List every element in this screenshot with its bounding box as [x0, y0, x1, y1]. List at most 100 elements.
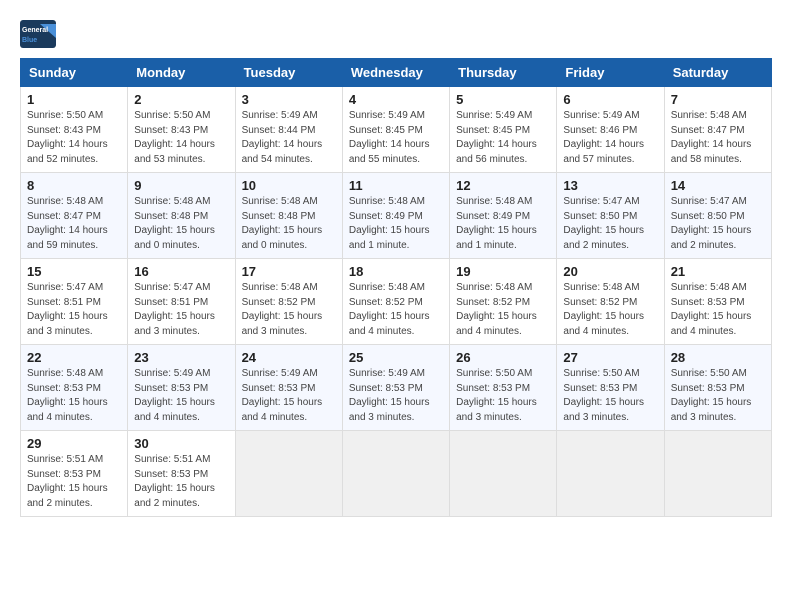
calendar-header-tuesday: Tuesday	[235, 59, 342, 87]
calendar-week-row: 22 Sunrise: 5:48 AMSunset: 8:53 PMDayligh…	[21, 345, 772, 431]
day-number: 13	[563, 178, 657, 193]
day-info: Sunrise: 5:51 AMSunset: 8:53 PMDaylight:…	[27, 453, 121, 511]
day-info: Sunrise: 5:48 AMSunset: 8:49 PMDaylight:…	[349, 195, 443, 253]
calendar-cell: 14 Sunrise: 5:47 AMSunset: 8:50 PMDayligh…	[664, 173, 771, 259]
calendar-cell: 30 Sunrise: 5:51 AMSunset: 8:53 PMDayligh…	[128, 431, 235, 517]
calendar-cell	[450, 431, 557, 517]
day-number: 8	[27, 178, 121, 193]
day-number: 6	[563, 92, 657, 107]
day-info: Sunrise: 5:49 AMSunset: 8:53 PMDaylight:…	[349, 367, 443, 425]
day-info: Sunrise: 5:48 AMSunset: 8:47 PMDaylight:…	[671, 109, 765, 167]
calendar-header-wednesday: Wednesday	[342, 59, 449, 87]
calendar-cell: 26 Sunrise: 5:50 AMSunset: 8:53 PMDayligh…	[450, 345, 557, 431]
calendar-cell: 1 Sunrise: 5:50 AMSunset: 8:43 PMDaylight…	[21, 87, 128, 173]
calendar-week-row: 1 Sunrise: 5:50 AMSunset: 8:43 PMDaylight…	[21, 87, 772, 173]
day-info: Sunrise: 5:49 AMSunset: 8:53 PMDaylight:…	[134, 367, 228, 425]
day-info: Sunrise: 5:47 AMSunset: 8:51 PMDaylight:…	[134, 281, 228, 339]
calendar-cell: 2 Sunrise: 5:50 AMSunset: 8:43 PMDaylight…	[128, 87, 235, 173]
day-info: Sunrise: 5:50 AMSunset: 8:53 PMDaylight:…	[563, 367, 657, 425]
day-number: 17	[242, 264, 336, 279]
day-number: 28	[671, 350, 765, 365]
day-info: Sunrise: 5:47 AMSunset: 8:50 PMDaylight:…	[563, 195, 657, 253]
day-info: Sunrise: 5:50 AMSunset: 8:53 PMDaylight:…	[456, 367, 550, 425]
day-info: Sunrise: 5:48 AMSunset: 8:47 PMDaylight:…	[27, 195, 121, 253]
day-number: 1	[27, 92, 121, 107]
day-info: Sunrise: 5:48 AMSunset: 8:53 PMDaylight:…	[671, 281, 765, 339]
calendar-cell: 25Sunrise: 5:49 AMSunset: 8:53 PMDayligh…	[342, 345, 449, 431]
day-number: 4	[349, 92, 443, 107]
logo-icon: General Blue	[20, 20, 56, 48]
calendar-cell: 19 Sunrise: 5:48 AMSunset: 8:52 PMDayligh…	[450, 259, 557, 345]
calendar-table: SundayMondayTuesdayWednesdayThursdayFrid…	[20, 58, 772, 517]
calendar-header-row: SundayMondayTuesdayWednesdayThursdayFrid…	[21, 59, 772, 87]
calendar-cell: 13 Sunrise: 5:47 AMSunset: 8:50 PMDayligh…	[557, 173, 664, 259]
day-number: 29	[27, 436, 121, 451]
calendar-cell: 15 Sunrise: 5:47 AMSunset: 8:51 PMDayligh…	[21, 259, 128, 345]
day-info: Sunrise: 5:48 AMSunset: 8:52 PMDaylight:…	[563, 281, 657, 339]
calendar-cell: 27 Sunrise: 5:50 AMSunset: 8:53 PMDayligh…	[557, 345, 664, 431]
calendar-header-thursday: Thursday	[450, 59, 557, 87]
calendar-cell: 23 Sunrise: 5:49 AMSunset: 8:53 PMDayligh…	[128, 345, 235, 431]
day-info: Sunrise: 5:48 AMSunset: 8:52 PMDaylight:…	[349, 281, 443, 339]
calendar-cell: 22 Sunrise: 5:48 AMSunset: 8:53 PMDayligh…	[21, 345, 128, 431]
calendar-cell: 7 Sunrise: 5:48 AMSunset: 8:47 PMDaylight…	[664, 87, 771, 173]
day-info: Sunrise: 5:48 AMSunset: 8:53 PMDaylight:…	[27, 367, 121, 425]
day-number: 7	[671, 92, 765, 107]
day-number: 14	[671, 178, 765, 193]
calendar-cell: 12 Sunrise: 5:48 AMSunset: 8:49 PMDayligh…	[450, 173, 557, 259]
day-info: Sunrise: 5:48 AMSunset: 8:48 PMDaylight:…	[242, 195, 336, 253]
calendar-cell: 20 Sunrise: 5:48 AMSunset: 8:52 PMDayligh…	[557, 259, 664, 345]
day-number: 9	[134, 178, 228, 193]
day-info: Sunrise: 5:50 AMSunset: 8:43 PMDaylight:…	[134, 109, 228, 167]
day-number: 15	[27, 264, 121, 279]
calendar-cell: 21 Sunrise: 5:48 AMSunset: 8:53 PMDayligh…	[664, 259, 771, 345]
day-number: 23	[134, 350, 228, 365]
day-number: 26	[456, 350, 550, 365]
day-number: 2	[134, 92, 228, 107]
page-header: General Blue	[20, 20, 772, 48]
calendar-week-row: 29 Sunrise: 5:51 AMSunset: 8:53 PMDayligh…	[21, 431, 772, 517]
day-number: 27	[563, 350, 657, 365]
calendar-cell: 16 Sunrise: 5:47 AMSunset: 8:51 PMDayligh…	[128, 259, 235, 345]
day-info: Sunrise: 5:51 AMSunset: 8:53 PMDaylight:…	[134, 453, 228, 511]
day-number: 30	[134, 436, 228, 451]
calendar-cell: 28 Sunrise: 5:50 AMSunset: 8:53 PMDayligh…	[664, 345, 771, 431]
day-number: 20	[563, 264, 657, 279]
day-info: Sunrise: 5:50 AMSunset: 8:53 PMDaylight:…	[671, 367, 765, 425]
logo: General Blue	[20, 20, 56, 48]
day-info: Sunrise: 5:48 AMSunset: 8:52 PMDaylight:…	[456, 281, 550, 339]
calendar-cell: 17Sunrise: 5:48 AMSunset: 8:52 PMDayligh…	[235, 259, 342, 345]
calendar-week-row: 15 Sunrise: 5:47 AMSunset: 8:51 PMDayligh…	[21, 259, 772, 345]
calendar-cell: 4 Sunrise: 5:49 AMSunset: 8:45 PMDaylight…	[342, 87, 449, 173]
day-info: Sunrise: 5:47 AMSunset: 8:51 PMDaylight:…	[27, 281, 121, 339]
day-number: 12	[456, 178, 550, 193]
calendar-cell	[342, 431, 449, 517]
day-number: 11	[349, 178, 443, 193]
day-info: Sunrise: 5:49 AMSunset: 8:46 PMDaylight:…	[563, 109, 657, 167]
day-info: Sunrise: 5:49 AMSunset: 8:45 PMDaylight:…	[456, 109, 550, 167]
calendar-cell	[664, 431, 771, 517]
day-number: 19	[456, 264, 550, 279]
day-number: 18	[349, 264, 443, 279]
day-number: 21	[671, 264, 765, 279]
day-info: Sunrise: 5:48 AMSunset: 8:49 PMDaylight:…	[456, 195, 550, 253]
day-info: Sunrise: 5:49 AMSunset: 8:45 PMDaylight:…	[349, 109, 443, 167]
day-info: Sunrise: 5:49 AMSunset: 8:53 PMDaylight:…	[242, 367, 336, 425]
calendar-cell: 24 Sunrise: 5:49 AMSunset: 8:53 PMDayligh…	[235, 345, 342, 431]
day-info: Sunrise: 5:50 AMSunset: 8:43 PMDaylight:…	[27, 109, 121, 167]
calendar-cell: 29 Sunrise: 5:51 AMSunset: 8:53 PMDayligh…	[21, 431, 128, 517]
day-info: Sunrise: 5:49 AMSunset: 8:44 PMDaylight:…	[242, 109, 336, 167]
calendar-header-saturday: Saturday	[664, 59, 771, 87]
calendar-header-sunday: Sunday	[21, 59, 128, 87]
svg-text:Blue: Blue	[22, 37, 37, 44]
day-info: Sunrise: 5:47 AMSunset: 8:50 PMDaylight:…	[671, 195, 765, 253]
calendar-header-friday: Friday	[557, 59, 664, 87]
day-number: 24	[242, 350, 336, 365]
calendar-cell	[557, 431, 664, 517]
day-number: 5	[456, 92, 550, 107]
day-number: 16	[134, 264, 228, 279]
day-number: 22	[27, 350, 121, 365]
calendar-cell: 10 Sunrise: 5:48 AMSunset: 8:48 PMDayligh…	[235, 173, 342, 259]
calendar-week-row: 8 Sunrise: 5:48 AMSunset: 8:47 PMDaylight…	[21, 173, 772, 259]
day-number: 10	[242, 178, 336, 193]
